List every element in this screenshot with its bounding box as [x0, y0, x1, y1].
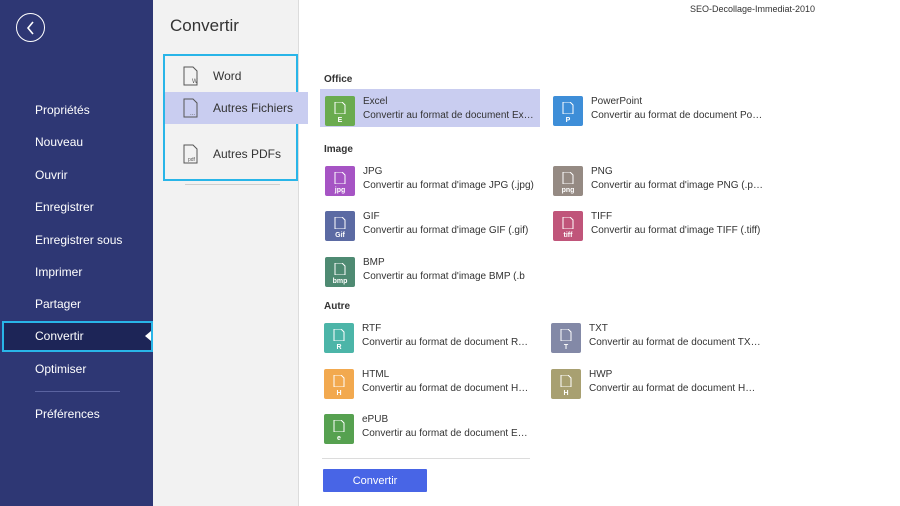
left-navigation: Propriétés Nouveau Ouvrir Enregistrer En…	[0, 0, 153, 506]
svg-text:pdf: pdf	[188, 157, 196, 163]
chevron-left-icon	[26, 20, 34, 35]
svg-text:W: W	[192, 79, 198, 85]
content-divider	[322, 458, 530, 459]
format-epub[interactable]: e ePUB Convertir au format de document E…	[319, 407, 539, 445]
pdf-file-icon: pdf	[183, 144, 198, 164]
section-image-title: Image	[324, 144, 353, 155]
active-caret-icon	[145, 331, 151, 341]
other-file-icon: ...	[183, 98, 198, 118]
convert-options-box: W Word ... Autres Fichiers pdf Autres PD…	[163, 54, 308, 185]
format-rtf[interactable]: R RTF Convertir au format de document RT…	[319, 316, 539, 354]
section-office-title: Office	[324, 74, 353, 85]
format-png[interactable]: png PNG Convertir au format d'image PNG …	[548, 159, 768, 197]
back-button[interactable]	[16, 13, 45, 42]
section-other-title: Autre	[324, 301, 351, 312]
nav-item-optimize[interactable]: Optimiser	[0, 354, 153, 384]
format-html[interactable]: H HTML Convertir au format de document H…	[319, 362, 539, 400]
nav-item-properties[interactable]: Propriétés	[0, 95, 153, 125]
option-other-files[interactable]: ... Autres Fichiers	[165, 92, 308, 124]
rtf-icon: R	[324, 323, 354, 353]
tiff-icon: tiff	[553, 211, 583, 241]
svg-text:...: ...	[190, 111, 195, 117]
nav-item-save[interactable]: Enregistrer	[0, 192, 153, 222]
format-hwp[interactable]: H HWP Convertir au format de document HW…	[546, 362, 766, 400]
panel-title: Convertir	[170, 16, 239, 35]
panel-divider	[185, 184, 280, 185]
word-file-icon: W	[183, 66, 198, 86]
format-excel[interactable]: E Excel Convertir au format de document …	[320, 89, 540, 127]
gif-icon: Gif	[325, 211, 355, 241]
nav-item-preferences[interactable]: Préférences	[0, 399, 153, 429]
jpg-icon: jpg	[325, 166, 355, 196]
format-powerpoint[interactable]: P PowerPoint Convertir au format de docu…	[548, 89, 768, 127]
format-gif[interactable]: Gif GIF Convertir au format d'image GIF …	[320, 204, 540, 242]
option-other-pdfs[interactable]: pdf Autres PDFs	[165, 138, 308, 170]
document-title: SEO-Decollage-Immediat-2010	[690, 4, 816, 14]
excel-icon: E	[325, 96, 355, 126]
nav-item-new[interactable]: Nouveau	[0, 127, 153, 157]
nav-item-print[interactable]: Imprimer	[0, 257, 153, 287]
hwp-icon: H	[551, 369, 581, 399]
option-word[interactable]: W Word	[165, 60, 308, 92]
format-txt[interactable]: T TXT Convertir au format de document TX…	[546, 316, 766, 354]
nav-item-convert[interactable]: Convertir	[2, 321, 153, 352]
nav-item-open[interactable]: Ouvrir	[0, 160, 153, 190]
png-icon: png	[553, 166, 583, 196]
txt-icon: T	[551, 323, 581, 353]
powerpoint-icon: P	[553, 96, 583, 126]
format-bmp[interactable]: bmp BMP Convertir au format d'image BMP …	[320, 250, 540, 288]
format-tiff[interactable]: tiff TIFF Convertir au format d'image TI…	[548, 204, 768, 242]
convert-panel: Convertir W Word ... Autres Fichiers pdf…	[153, 0, 308, 506]
epub-icon: e	[324, 414, 354, 444]
bmp-icon: bmp	[325, 257, 355, 287]
nav-item-share[interactable]: Partager	[0, 289, 153, 319]
html-icon: H	[324, 369, 354, 399]
nav-divider	[35, 391, 120, 392]
format-jpg[interactable]: jpg JPG Convertir au format d'image JPG …	[320, 159, 540, 197]
convert-button[interactable]: Convertir	[323, 469, 427, 492]
nav-item-save-as[interactable]: Enregistrer sous	[0, 225, 153, 255]
